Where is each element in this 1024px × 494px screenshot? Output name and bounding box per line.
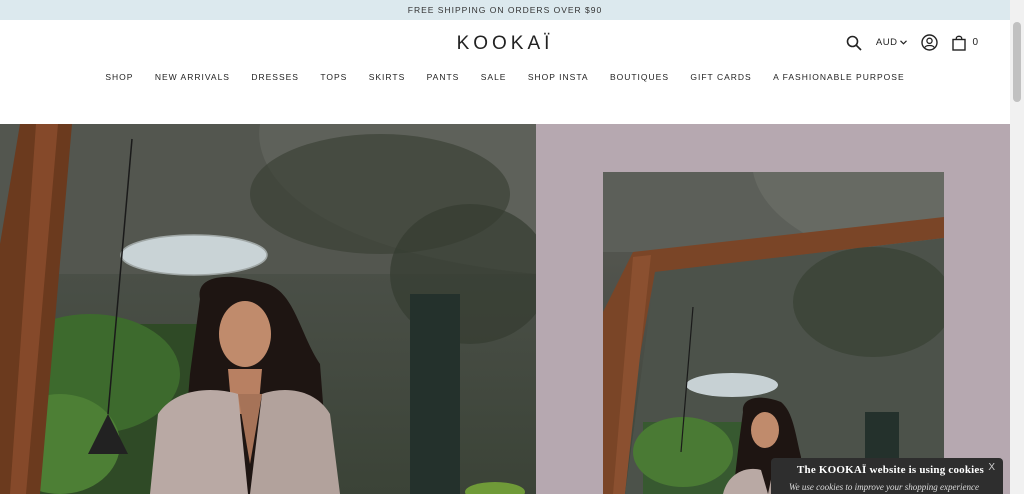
announcement-bar: FREE SHIPPING ON ORDERS OVER $90 (0, 0, 1010, 20)
nav-item-shop[interactable]: SHOP (95, 72, 144, 82)
nav-item-fashionable-purpose[interactable]: A FASHIONABLE PURPOSE (762, 72, 915, 82)
hero-photo-left-illustration (0, 124, 536, 494)
cart-count: 0 (972, 37, 978, 48)
cookie-banner-title: The KOOKAÏ website is using cookies (797, 464, 984, 476)
hero-photo-right-illustration (603, 172, 944, 494)
hero-panel-right (536, 124, 1010, 494)
site-header: KOOKAÏ AUD 0 SHOP NEW ARRIVALS DRESSES T… (0, 20, 1010, 124)
nav-item-new-arrivals[interactable]: NEW ARRIVALS (144, 72, 241, 82)
chevron-down-icon (900, 40, 908, 45)
cart-button[interactable]: 0 (952, 35, 978, 51)
scrollbar-thumb[interactable] (1013, 22, 1021, 102)
nav-item-boutiques[interactable]: BOUTIQUES (599, 72, 679, 82)
page-scrollbar[interactable] (1010, 0, 1024, 494)
main-nav: SHOP NEW ARRIVALS DRESSES TOPS SKIRTS PA… (0, 72, 1010, 82)
header-tools: AUD 0 (846, 34, 978, 51)
hero-banner[interactable] (0, 124, 1010, 494)
nav-item-tops[interactable]: TOPS (310, 72, 358, 82)
cookie-banner: The KOOKAÏ website is using cookies We u… (771, 458, 1003, 494)
currency-selector[interactable]: AUD (876, 37, 908, 48)
nav-item-shop-insta[interactable]: SHOP INSTA (517, 72, 599, 82)
nav-item-dresses[interactable]: DRESSES (241, 72, 310, 82)
search-icon[interactable] (846, 35, 862, 51)
hero-photo-right (603, 172, 944, 494)
hero-photo-left (0, 124, 536, 494)
nav-item-sale[interactable]: SALE (470, 72, 517, 82)
currency-label: AUD (875, 37, 898, 48)
nav-item-skirts[interactable]: SKIRTS (358, 72, 416, 82)
close-icon[interactable]: X (988, 462, 995, 473)
cart-bag-icon (952, 35, 967, 51)
cookie-banner-text: We use cookies to improve your shopping … (789, 482, 980, 492)
announcement-text: FREE SHIPPING ON ORDERS OVER $90 (407, 5, 603, 15)
nav-item-gift-cards[interactable]: GIFT CARDS (680, 72, 763, 82)
account-icon[interactable] (921, 34, 939, 51)
nav-item-pants[interactable]: PANTS (416, 72, 470, 82)
